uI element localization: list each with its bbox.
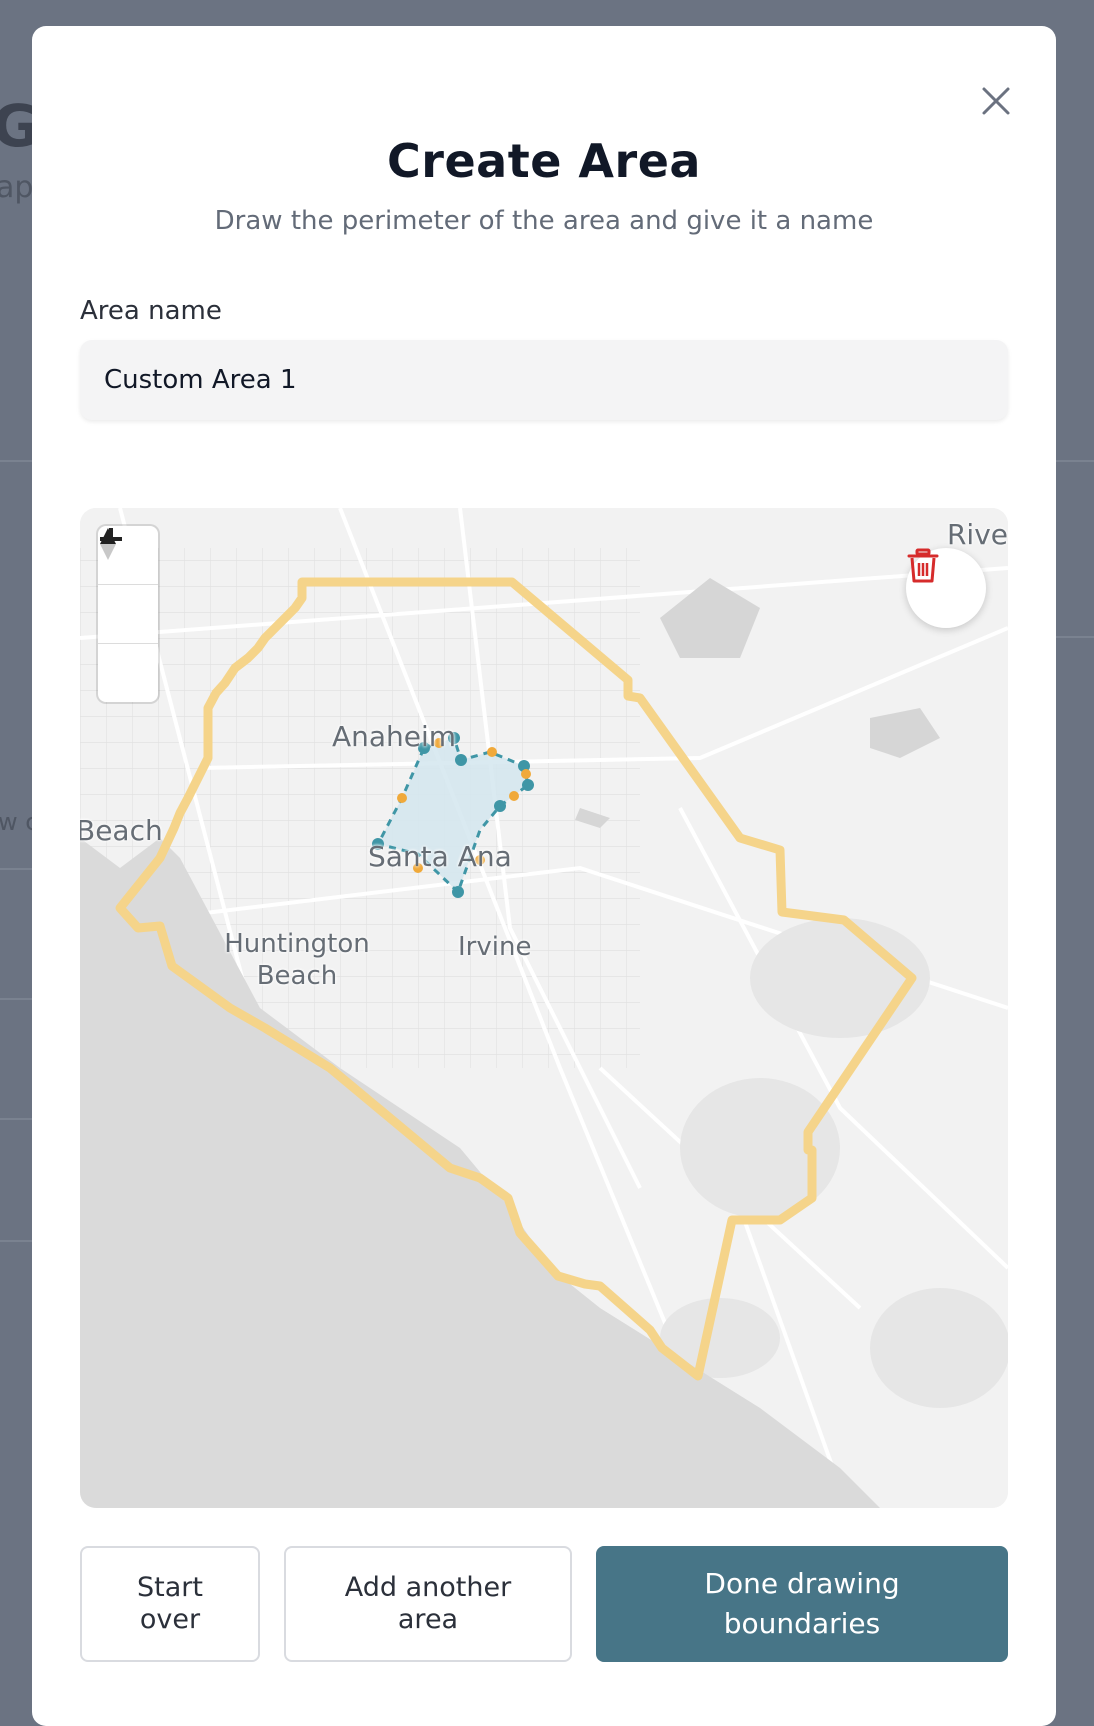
done-drawing-button[interactable]: Done drawing boundaries [596, 1546, 1008, 1662]
map-label-riverside: Rive [946, 518, 1008, 551]
add-another-area-button[interactable]: Add another area [284, 1546, 572, 1662]
background-divider [1054, 460, 1094, 462]
map-graphic [80, 508, 1008, 1508]
close-icon [982, 87, 1010, 115]
trash-icon [907, 548, 939, 583]
map-label-santa-ana: Santa Ana [368, 840, 512, 873]
background-divider [1054, 636, 1094, 638]
compass-icon [100, 528, 116, 560]
create-area-modal: Create Area Draw the perimeter of the ar… [32, 26, 1056, 1726]
map-zoom-controls [98, 526, 158, 702]
map-label-huntington-beach: Huntington Beach [224, 929, 370, 991]
modal-title: Create Area [387, 134, 701, 188]
map-label-beach: Beach [80, 814, 163, 847]
map-label-irvine: Irvine [458, 932, 532, 962]
start-over-button[interactable]: Start over [80, 1546, 260, 1662]
area-name-input[interactable] [80, 340, 1008, 420]
map-label-anaheim: Anaheim [332, 720, 457, 753]
map-canvas[interactable]: Anaheim Santa Ana Irvine Huntington Beac… [80, 508, 1008, 1508]
close-button[interactable] [976, 81, 1016, 121]
background-subtitle-fragment: ap [0, 170, 34, 205]
delete-area-button[interactable] [906, 548, 986, 628]
compass-button[interactable] [98, 528, 158, 702]
modal-subtitle: Draw the perimeter of the area and give … [214, 206, 874, 236]
area-name-label: Area name [80, 296, 222, 326]
zoom-out-button[interactable] [98, 537, 158, 643]
